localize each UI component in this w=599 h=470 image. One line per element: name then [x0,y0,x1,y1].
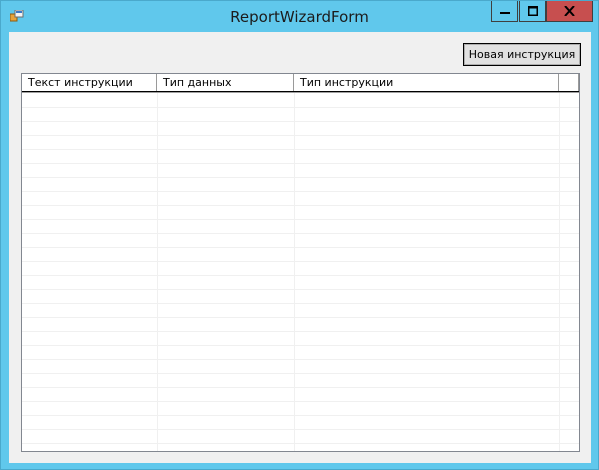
column-header-instruction-text[interactable]: Текст инструкции [22,74,157,91]
minimize-button[interactable] [491,1,518,22]
grid-line [22,107,579,108]
grid-line [22,289,579,290]
new-instruction-button[interactable]: Новая инструкция [463,43,581,66]
grid-line [22,373,579,374]
grid-line [22,387,579,388]
grid-line [22,443,579,444]
grid-line [22,303,579,304]
client-area: Новая инструкция Текст инструкции Тип да… [9,32,591,463]
close-icon [564,6,575,16]
grid-line [22,135,579,136]
grid-line [22,205,579,206]
grid-line [22,177,579,178]
grid-line [294,93,295,451]
grid-line [22,401,579,402]
grid-line [22,163,579,164]
grid-line [22,219,579,220]
grid-line [22,233,579,234]
minimize-icon [499,12,510,14]
maximize-button[interactable] [519,1,546,22]
grid-line [22,275,579,276]
grid-line [22,415,579,416]
grid-line [22,331,579,332]
close-button[interactable] [546,1,593,22]
report-wizard-window: ReportWizardForm Новая инструкция Текст … [0,0,599,470]
list-header: Текст инструкции Тип данных Тип инструкц… [22,74,579,92]
column-header-instruction-type[interactable]: Тип инструкции [294,74,559,91]
grid-line [22,359,579,360]
title-bar[interactable]: ReportWizardForm [1,1,598,32]
grid-line [22,261,579,262]
instructions-list[interactable]: Текст инструкции Тип данных Тип инструкц… [21,73,580,452]
grid-line [22,317,579,318]
grid-line [22,345,579,346]
grid-line [22,121,579,122]
maximize-icon [527,6,538,16]
column-header-data-type[interactable]: Тип данных [157,74,294,91]
grid-line [22,429,579,430]
grid-line [157,93,158,451]
grid-line [22,149,579,150]
grid-line [22,191,579,192]
column-header-filler [559,74,579,91]
grid-line [22,247,579,248]
grid-line [559,93,560,451]
